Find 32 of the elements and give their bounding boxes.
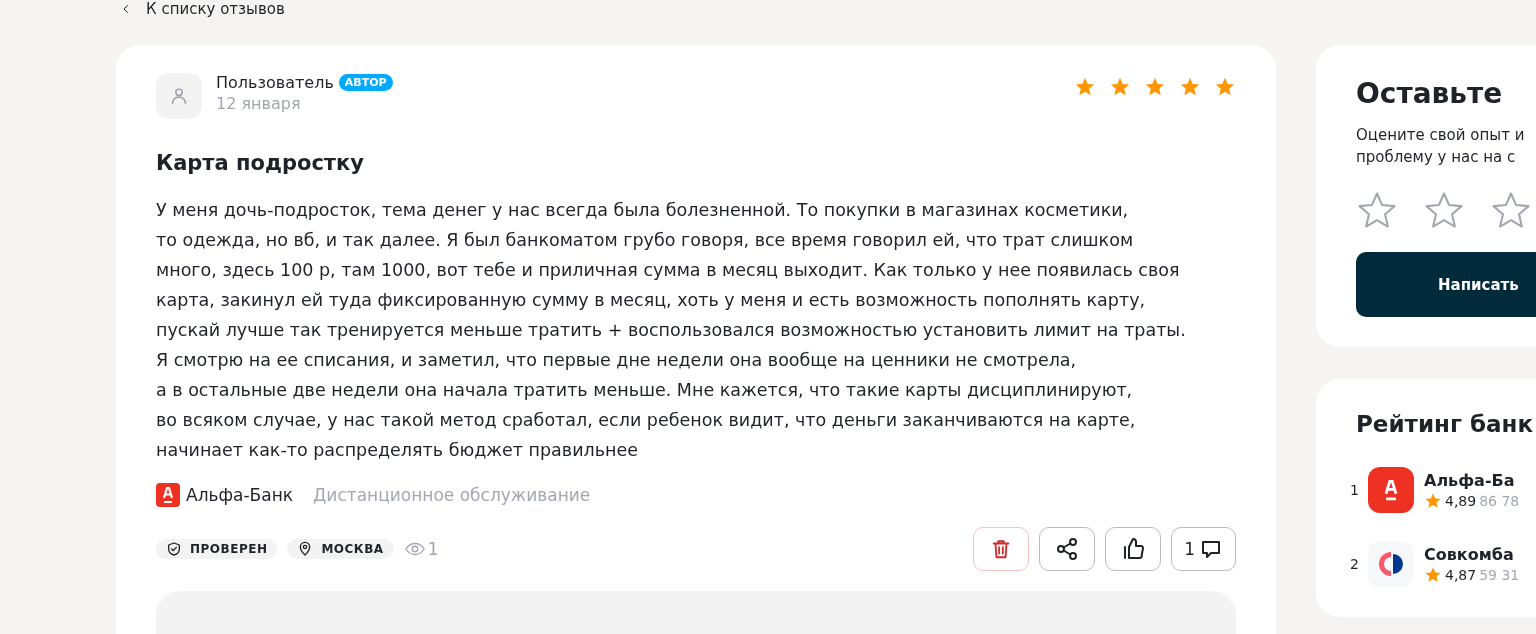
- share-button[interactable]: [1039, 527, 1096, 571]
- write-review-button[interactable]: Написать: [1356, 252, 1536, 317]
- review-text: У меня дочь-подросток, тема денег у нас всегда была болезненной. То покупки в магазинах косметики, то одежда, но вб, и так далее. Я был банкоматом грубо говоря, все время говорил ей, что трат слишком много, здесь 100 р, там 1000, вот тебе и приличная сумма в месяц выходит. Как только у нее появилась своя карта, закинул ей туда фиксированную сумму в месяц, хоть у меня и есть возможность пополнять карту, пускай лучше так тренируется меньше тратить + воспользовался возможностью установить лимит на траты. Я смотрю на ее списания, и заметил, что первые дне недели она вообще на ценники не смотрела, а в остальные две недели она начала тратить меньше. Мне кажется, что такие карты дисциплинируют, во всяком случае, у нас такой метод сработал, если ребенок видит, что деньги заканчиваются на карте, начинает как-то распределять бюджет правильнее: [156, 199, 1187, 462]
- rank-number: 2: [1350, 556, 1358, 572]
- tag: МОСКВА: [287, 539, 394, 559]
- author-badge: АВТОР: [338, 74, 393, 91]
- author-name: Пользователь: [216, 73, 334, 92]
- card-text: Оцените свой опыт и проблему у нас на с: [1356, 125, 1526, 168]
- share-icon: [1055, 537, 1080, 561]
- review-count: 59 31: [1479, 566, 1520, 583]
- bank-name[interactable]: Совкомба: [1424, 544, 1520, 564]
- comments-button[interactable]: 1: [1171, 527, 1236, 571]
- bank-logo: [1368, 467, 1414, 513]
- like-button[interactable]: [1105, 527, 1162, 571]
- bank-logo: [156, 483, 180, 507]
- bank-name[interactable]: Альфа-Ба: [1424, 470, 1520, 490]
- card-title: Рейтинг банк: [1356, 411, 1534, 437]
- bank-score: 4,89: [1445, 492, 1477, 509]
- review-date: 12 января: [216, 94, 302, 113]
- bank-logo: [1368, 541, 1414, 587]
- tag: ПРОВЕРЕН: [156, 539, 278, 559]
- bank-link[interactable]: Альфа-Банк: [156, 483, 294, 507]
- delete-button[interactable]: [973, 527, 1030, 571]
- card-title: Оставьте: [1356, 77, 1504, 110]
- view-count: 1: [403, 538, 439, 560]
- back-link[interactable]: К списку отзывов: [120, 0, 285, 18]
- shield-check-icon: [166, 541, 182, 557]
- thumbs-up-icon: [1121, 537, 1146, 561]
- rank-number: 1: [1350, 482, 1358, 498]
- review-count: 86 78: [1479, 492, 1520, 509]
- review-title: Карта подростку: [156, 151, 365, 175]
- bank-score: 4,87: [1445, 566, 1477, 583]
